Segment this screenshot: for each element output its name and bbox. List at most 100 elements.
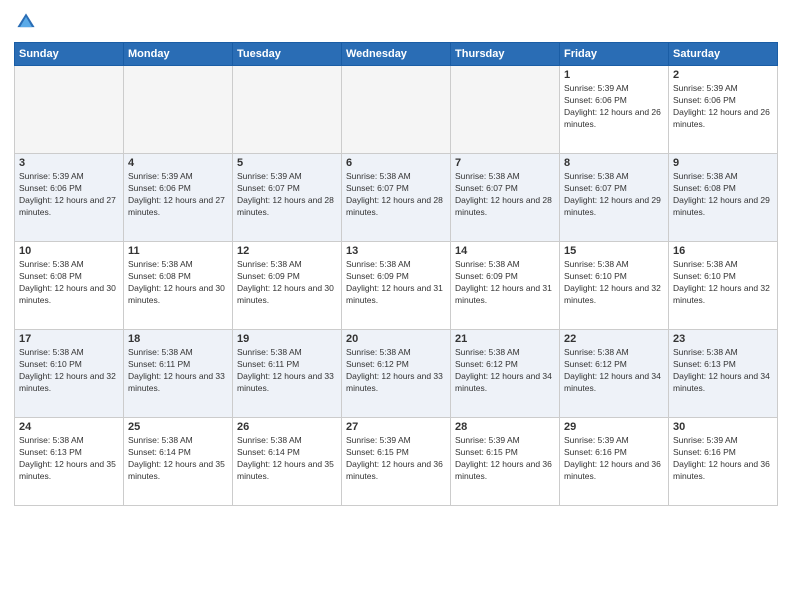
calendar-cell: 21 Sunrise: 5:38 AM Sunset: 6:12 PM Dayli… xyxy=(451,330,560,418)
day-number: 19 xyxy=(237,333,337,345)
day-info: Sunrise: 5:38 AM Sunset: 6:14 PM Dayligh… xyxy=(237,435,337,483)
calendar-cell: 28 Sunrise: 5:39 AM Sunset: 6:15 PM Dayli… xyxy=(451,418,560,506)
day-info: Sunrise: 5:38 AM Sunset: 6:07 PM Dayligh… xyxy=(346,171,446,219)
calendar-cell: 3Sunrise: 5:39 AM Sunset: 6:06 PM Daylig… xyxy=(15,154,124,242)
calendar-cell: 19 Sunrise: 5:38 AM Sunset: 6:11 PM Dayli… xyxy=(233,330,342,418)
calendar-cell xyxy=(15,66,124,154)
calendar-cell: 29 Sunrise: 5:39 AM Sunset: 6:16 PM Dayli… xyxy=(560,418,669,506)
calendar-cell: 14 Sunrise: 5:38 AM Sunset: 6:09 PM Dayli… xyxy=(451,242,560,330)
day-number: 14 xyxy=(455,245,555,257)
calendar-cell xyxy=(124,66,233,154)
calendar-cell: 22 Sunrise: 5:38 AM Sunset: 6:12 PM Dayli… xyxy=(560,330,669,418)
day-number: 20 xyxy=(346,333,446,345)
day-number: 24 xyxy=(19,421,119,433)
day-info: Sunrise: 5:38 AM Sunset: 6:10 PM Dayligh… xyxy=(19,347,119,395)
day-number: 21 xyxy=(455,333,555,345)
calendar-week-4: 17 Sunrise: 5:38 AM Sunset: 6:10 PM Dayli… xyxy=(15,330,778,418)
logo-icon xyxy=(14,10,38,34)
day-info: Sunrise: 5:38 AM Sunset: 6:11 PM Dayligh… xyxy=(128,347,228,395)
day-number: 4 xyxy=(128,157,228,169)
calendar-header-saturday: Saturday xyxy=(669,43,778,66)
day-number: 15 xyxy=(564,245,664,257)
calendar-cell: 13 Sunrise: 5:38 AM Sunset: 6:09 PM Dayli… xyxy=(342,242,451,330)
day-info: Sunrise: 5:38 AM Sunset: 6:08 PM Dayligh… xyxy=(19,259,119,307)
day-number: 30 xyxy=(673,421,773,433)
day-info: Sunrise: 5:38 AM Sunset: 6:07 PM Dayligh… xyxy=(564,171,664,219)
day-number: 17 xyxy=(19,333,119,345)
logo xyxy=(14,10,42,34)
calendar-cell: 30 Sunrise: 5:39 AM Sunset: 6:16 PM Dayli… xyxy=(669,418,778,506)
day-number: 1 xyxy=(564,69,664,81)
day-info: Sunrise: 5:38 AM Sunset: 6:10 PM Dayligh… xyxy=(673,259,773,307)
day-info: Sunrise: 5:38 AM Sunset: 6:09 PM Dayligh… xyxy=(346,259,446,307)
day-info: Sunrise: 5:39 AM Sunset: 6:06 PM Dayligh… xyxy=(19,171,119,219)
day-info: Sunrise: 5:38 AM Sunset: 6:13 PM Dayligh… xyxy=(673,347,773,395)
calendar-cell xyxy=(342,66,451,154)
header xyxy=(14,10,778,34)
day-info: Sunrise: 5:39 AM Sunset: 6:06 PM Dayligh… xyxy=(673,83,773,131)
day-info: Sunrise: 5:39 AM Sunset: 6:15 PM Dayligh… xyxy=(455,435,555,483)
day-number: 9 xyxy=(673,157,773,169)
calendar-header-tuesday: Tuesday xyxy=(233,43,342,66)
day-info: Sunrise: 5:38 AM Sunset: 6:11 PM Dayligh… xyxy=(237,347,337,395)
calendar-cell: 23 Sunrise: 5:38 AM Sunset: 6:13 PM Dayli… xyxy=(669,330,778,418)
day-info: Sunrise: 5:38 AM Sunset: 6:14 PM Dayligh… xyxy=(128,435,228,483)
day-info: Sunrise: 5:38 AM Sunset: 6:08 PM Dayligh… xyxy=(673,171,773,219)
calendar-cell xyxy=(233,66,342,154)
calendar-cell: 15 Sunrise: 5:38 AM Sunset: 6:10 PM Dayli… xyxy=(560,242,669,330)
day-number: 25 xyxy=(128,421,228,433)
day-info: Sunrise: 5:38 AM Sunset: 6:09 PM Dayligh… xyxy=(455,259,555,307)
day-info: Sunrise: 5:38 AM Sunset: 6:08 PM Dayligh… xyxy=(128,259,228,307)
calendar-cell: 11Sunrise: 5:38 AM Sunset: 6:08 PM Dayli… xyxy=(124,242,233,330)
day-number: 2 xyxy=(673,69,773,81)
calendar-week-1: 1 Sunrise: 5:39 AM Sunset: 6:06 PM Daylig… xyxy=(15,66,778,154)
day-number: 12 xyxy=(237,245,337,257)
day-info: Sunrise: 5:38 AM Sunset: 6:09 PM Dayligh… xyxy=(237,259,337,307)
day-info: Sunrise: 5:38 AM Sunset: 6:12 PM Dayligh… xyxy=(346,347,446,395)
day-number: 29 xyxy=(564,421,664,433)
calendar-cell: 24 Sunrise: 5:38 AM Sunset: 6:13 PM Dayli… xyxy=(15,418,124,506)
page: SundayMondayTuesdayWednesdayThursdayFrid… xyxy=(0,0,792,516)
calendar-cell: 10 Sunrise: 5:38 AM Sunset: 6:08 PM Dayli… xyxy=(15,242,124,330)
day-number: 7 xyxy=(455,157,555,169)
day-info: Sunrise: 5:39 AM Sunset: 6:06 PM Dayligh… xyxy=(128,171,228,219)
calendar-header-sunday: Sunday xyxy=(15,43,124,66)
day-number: 6 xyxy=(346,157,446,169)
calendar-header-thursday: Thursday xyxy=(451,43,560,66)
calendar-cell: 4 Sunrise: 5:39 AM Sunset: 6:06 PM Daylig… xyxy=(124,154,233,242)
day-info: Sunrise: 5:38 AM Sunset: 6:13 PM Dayligh… xyxy=(19,435,119,483)
day-number: 13 xyxy=(346,245,446,257)
day-number: 18 xyxy=(128,333,228,345)
day-info: Sunrise: 5:39 AM Sunset: 6:15 PM Dayligh… xyxy=(346,435,446,483)
day-number: 23 xyxy=(673,333,773,345)
day-info: Sunrise: 5:39 AM Sunset: 6:16 PM Dayligh… xyxy=(564,435,664,483)
day-number: 5 xyxy=(237,157,337,169)
day-info: Sunrise: 5:38 AM Sunset: 6:12 PM Dayligh… xyxy=(564,347,664,395)
calendar-cell: 6 Sunrise: 5:38 AM Sunset: 6:07 PM Daylig… xyxy=(342,154,451,242)
calendar-cell xyxy=(451,66,560,154)
calendar-cell: 1Sunrise: 5:39 AM Sunset: 6:06 PM Daylig… xyxy=(560,66,669,154)
day-info: Sunrise: 5:39 AM Sunset: 6:07 PM Dayligh… xyxy=(237,171,337,219)
day-number: 10 xyxy=(19,245,119,257)
day-info: Sunrise: 5:38 AM Sunset: 6:12 PM Dayligh… xyxy=(455,347,555,395)
calendar-cell: 27Sunrise: 5:39 AM Sunset: 6:15 PM Dayli… xyxy=(342,418,451,506)
calendar-cell: 26Sunrise: 5:38 AM Sunset: 6:14 PM Dayli… xyxy=(233,418,342,506)
calendar-cell: 17 Sunrise: 5:38 AM Sunset: 6:10 PM Dayli… xyxy=(15,330,124,418)
calendar-cell: 16Sunrise: 5:38 AM Sunset: 6:10 PM Dayli… xyxy=(669,242,778,330)
day-info: Sunrise: 5:38 AM Sunset: 6:10 PM Dayligh… xyxy=(564,259,664,307)
calendar-table: SundayMondayTuesdayWednesdayThursdayFrid… xyxy=(14,42,778,506)
calendar-cell: 2 Sunrise: 5:39 AM Sunset: 6:06 PM Daylig… xyxy=(669,66,778,154)
calendar-week-3: 10 Sunrise: 5:38 AM Sunset: 6:08 PM Dayli… xyxy=(15,242,778,330)
calendar-header-wednesday: Wednesday xyxy=(342,43,451,66)
calendar-cell: 8Sunrise: 5:38 AM Sunset: 6:07 PM Daylig… xyxy=(560,154,669,242)
day-number: 22 xyxy=(564,333,664,345)
calendar-cell: 5 Sunrise: 5:39 AM Sunset: 6:07 PM Daylig… xyxy=(233,154,342,242)
calendar-header-friday: Friday xyxy=(560,43,669,66)
day-info: Sunrise: 5:39 AM Sunset: 6:16 PM Dayligh… xyxy=(673,435,773,483)
calendar-cell: 25 Sunrise: 5:38 AM Sunset: 6:14 PM Dayli… xyxy=(124,418,233,506)
calendar-week-2: 3Sunrise: 5:39 AM Sunset: 6:06 PM Daylig… xyxy=(15,154,778,242)
day-number: 28 xyxy=(455,421,555,433)
calendar-cell: 12 Sunrise: 5:38 AM Sunset: 6:09 PM Dayli… xyxy=(233,242,342,330)
calendar-cell: 7 Sunrise: 5:38 AM Sunset: 6:07 PM Daylig… xyxy=(451,154,560,242)
day-info: Sunrise: 5:38 AM Sunset: 6:07 PM Dayligh… xyxy=(455,171,555,219)
